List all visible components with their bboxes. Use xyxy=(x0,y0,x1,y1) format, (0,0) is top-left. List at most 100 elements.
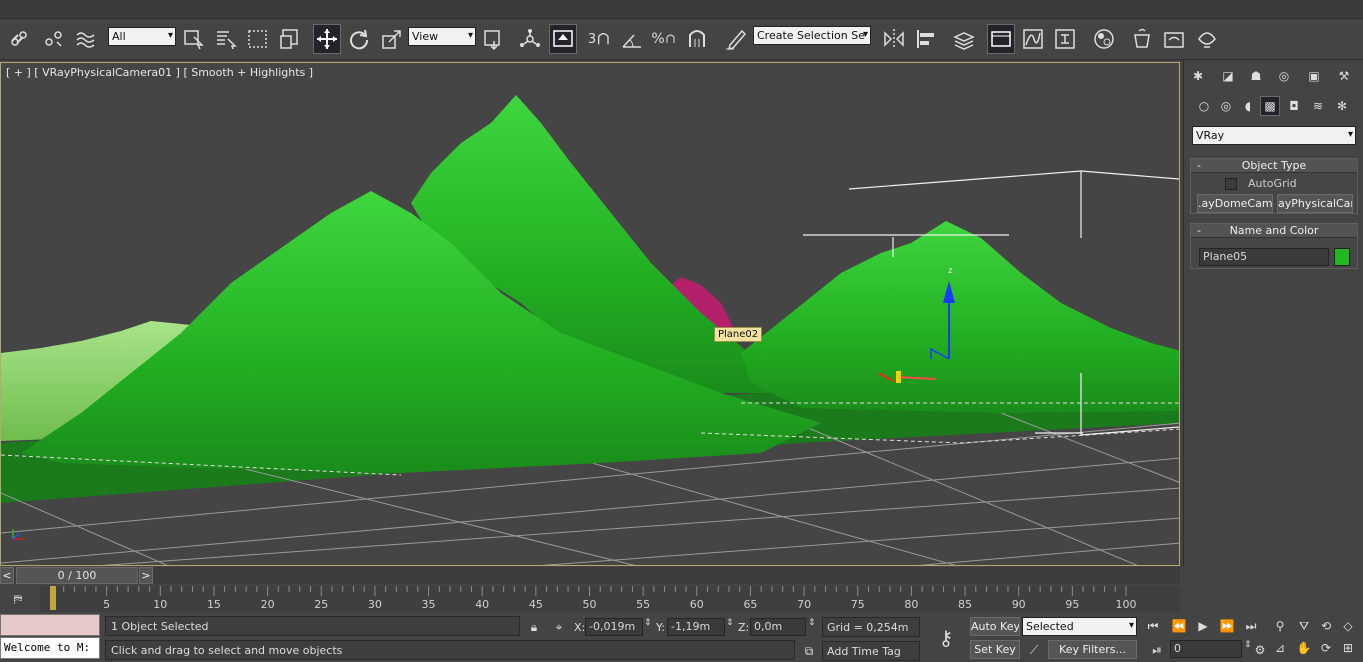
keyboard-shortcut-override-icon[interactable] xyxy=(549,24,577,54)
space-warps-icon[interactable]: ≋ xyxy=(1308,96,1328,116)
key-mode-toggle-icon[interactable]: ⏯ xyxy=(1147,640,1167,660)
object-type-header[interactable]: - Object Type xyxy=(1191,159,1357,173)
lights-icon[interactable]: ◖ xyxy=(1238,96,1258,116)
viewport-camera[interactable]: z [ + ] [ VRayPhysicalCamera01 ] [ Smoot… xyxy=(0,62,1180,566)
add-time-tag-button[interactable]: Add Time Tag xyxy=(822,641,920,661)
go-to-end-icon[interactable]: ⏭ xyxy=(1241,616,1261,636)
time-slider-thumb[interactable]: 0 / 100 xyxy=(16,567,138,584)
object-category-dropdown[interactable]: VRay ▾ xyxy=(1192,126,1356,145)
render-setup-icon[interactable] xyxy=(1128,24,1156,54)
display-tab-icon[interactable]: ▣ xyxy=(1304,66,1324,86)
material-editor-icon[interactable] xyxy=(1090,24,1118,54)
perspective-icon[interactable]: ◇ xyxy=(1338,616,1358,636)
object-color-swatch[interactable] xyxy=(1334,248,1350,266)
select-object-icon[interactable] xyxy=(180,24,208,54)
vray-physical-camera-button[interactable]: ayPhysicalCam xyxy=(1277,194,1353,213)
maxscript-listener-output[interactable]: Welcome to M: xyxy=(0,637,100,659)
set-key-icon[interactable]: ⚷ xyxy=(924,616,968,660)
snaps-toggle-icon[interactable]: 3 xyxy=(586,24,614,54)
align-icon[interactable] xyxy=(912,24,940,54)
default-tangent-icon[interactable]: ⟋ xyxy=(1024,640,1044,660)
create-tab-icon[interactable]: ✱ xyxy=(1188,66,1208,86)
object-type-title: Object Type xyxy=(1241,159,1307,172)
auto-key-button[interactable]: Auto Key xyxy=(970,617,1020,636)
y-spinner-icon[interactable]: ⇕ xyxy=(726,618,734,628)
vray-dome-camera-button[interactable]: .ayDomeCame xyxy=(1197,194,1273,213)
time-configuration-icon[interactable]: ⚙ xyxy=(1250,640,1270,660)
rectangular-selection-icon[interactable] xyxy=(244,24,272,54)
absolute-mode-icon[interactable]: ⌖ xyxy=(549,617,569,637)
dolly-camera-icon[interactable]: ⟲ xyxy=(1316,616,1336,636)
z-spinner-icon[interactable]: ⇕ xyxy=(808,618,816,628)
key-filters-button[interactable]: Key Filters... xyxy=(1048,640,1137,659)
autogrid-checkbox[interactable] xyxy=(1225,178,1237,190)
maximize-viewport-icon[interactable]: ⊞ xyxy=(1338,638,1358,658)
edit-named-selection-icon[interactable] xyxy=(722,24,750,54)
set-key-button[interactable]: Set Key xyxy=(970,640,1020,659)
select-and-scale-icon[interactable] xyxy=(378,24,406,54)
selection-status-text: 1 Object Selected xyxy=(111,620,209,633)
link-icon[interactable] xyxy=(6,24,34,54)
spinner-snap-icon[interactable] xyxy=(684,24,712,54)
play-icon[interactable]: ▶ xyxy=(1193,616,1213,636)
time-slider-prev-button[interactable]: < xyxy=(0,567,14,584)
select-and-rotate-icon[interactable] xyxy=(345,24,373,54)
y-label: Y: xyxy=(656,621,665,634)
schematic-view-icon[interactable] xyxy=(1051,24,1079,54)
next-frame-icon[interactable]: ⏩ xyxy=(1217,616,1237,636)
mirror-icon[interactable] xyxy=(880,24,908,54)
cameras-icon[interactable]: ▩ xyxy=(1260,96,1280,116)
zoom-icon[interactable]: ⚲ xyxy=(1270,616,1290,636)
field-of-view-icon[interactable]: ⊿ xyxy=(1270,638,1290,658)
x-coordinate-field[interactable]: -0,019m xyxy=(585,618,643,636)
shapes-icon[interactable]: ◎ xyxy=(1216,96,1236,116)
time-slider-next-button[interactable]: > xyxy=(139,567,153,584)
render-production-icon[interactable] xyxy=(1193,24,1221,54)
x-spinner-icon[interactable]: ⇕ xyxy=(644,618,652,628)
bind-space-warp-icon[interactable] xyxy=(72,24,100,54)
maxscript-mini-listener-pink[interactable] xyxy=(0,614,100,636)
modify-tab-icon[interactable]: ◪ xyxy=(1218,66,1238,86)
name-and-color-header[interactable]: - Name and Color xyxy=(1191,224,1357,238)
viewport-label[interactable]: [ + ] [ VRayPhysicalCamera01 ] [ Smooth … xyxy=(6,66,313,79)
select-by-name-icon[interactable] xyxy=(212,24,240,54)
frame-tick-label: 20 xyxy=(260,598,275,611)
named-selection-sets-dropdown[interactable]: Create Selection Se ▾ xyxy=(753,26,871,45)
curve-editor-icon[interactable] xyxy=(1019,24,1047,54)
helpers-icon[interactable]: ◘ xyxy=(1284,96,1304,116)
reference-coordinate-dropdown[interactable]: View ▾ xyxy=(408,27,476,46)
truck-camera-icon[interactable]: ✋ xyxy=(1294,638,1314,658)
select-and-move-icon[interactable] xyxy=(313,24,341,54)
object-name-field[interactable]: Plane05 xyxy=(1199,248,1329,266)
time-slider-track[interactable]: < 0 / 100 > xyxy=(0,567,1180,584)
utilities-tab-icon[interactable]: ⚒ xyxy=(1334,66,1354,86)
scene-explorer-icon[interactable] xyxy=(987,24,1015,54)
mini-curve-editor-toggle[interactable]: ⛿ xyxy=(0,586,40,612)
motion-tab-icon[interactable]: ◎ xyxy=(1274,66,1294,86)
percent-snap-icon[interactable]: % xyxy=(650,24,678,54)
window-crossing-icon[interactable] xyxy=(276,24,304,54)
pivot-center-icon[interactable] xyxy=(480,24,508,54)
geometry-icon[interactable]: ○ xyxy=(1194,96,1214,116)
go-to-start-icon[interactable]: ⏮ xyxy=(1143,616,1163,636)
rendered-frame-window-icon[interactable] xyxy=(1160,24,1188,54)
previous-frame-icon[interactable]: ⏪ xyxy=(1169,616,1189,636)
layer-manager-icon[interactable] xyxy=(950,24,978,54)
prompt-line: Click and drag to select and move object… xyxy=(105,640,795,660)
add-time-tag-icon[interactable]: ⧉ xyxy=(799,641,819,661)
current-frame-marker[interactable] xyxy=(50,586,56,610)
key-mode-dropdown[interactable]: Selected ▾ xyxy=(1022,617,1137,636)
current-frame-field[interactable]: 0 xyxy=(1170,640,1242,658)
z-coordinate-field[interactable]: 0,0m xyxy=(750,618,806,636)
frame-tick-label: 60 xyxy=(689,598,704,611)
orbit-camera-icon[interactable]: ⟳ xyxy=(1316,638,1336,658)
selection-filter-dropdown[interactable]: All ▾ xyxy=(108,27,176,46)
angle-snap-icon[interactable] xyxy=(618,24,646,54)
selection-lock-icon[interactable]: 🔒︎ xyxy=(524,617,544,637)
hierarchy-tab-icon[interactable]: ☗ xyxy=(1246,66,1266,86)
unlink-icon[interactable] xyxy=(40,24,68,54)
y-coordinate-field[interactable]: -1,19m xyxy=(667,618,725,636)
select-manipulate-icon[interactable] xyxy=(516,24,544,54)
systems-icon[interactable]: ✻ xyxy=(1332,96,1352,116)
zoom-all-icon[interactable]: ⛛ xyxy=(1294,616,1314,636)
